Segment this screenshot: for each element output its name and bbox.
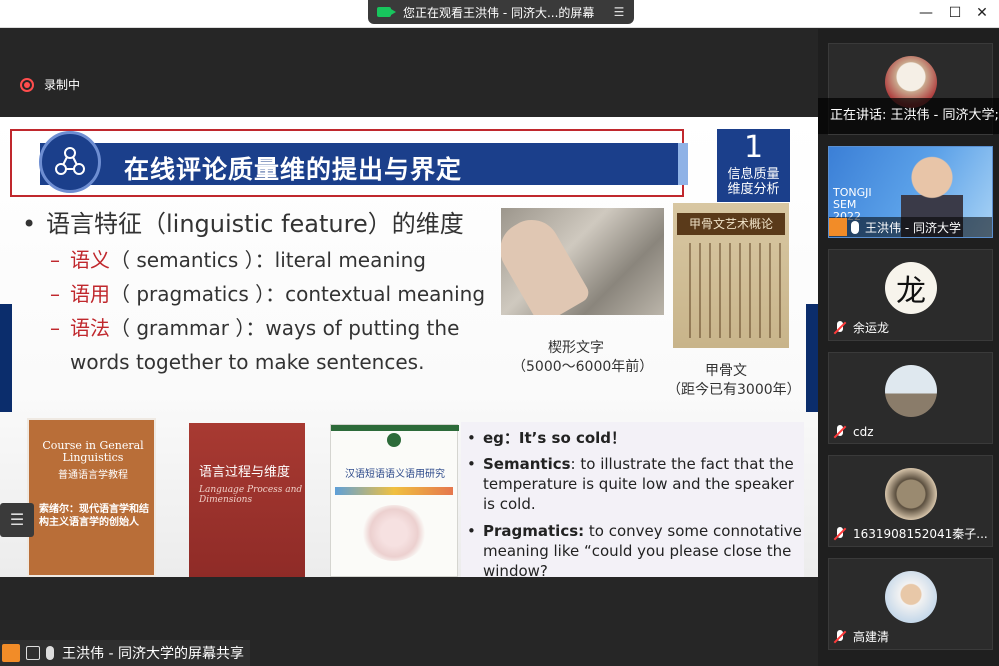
list-icon[interactable]: ☰	[612, 5, 626, 19]
book-cover-saussure: Course in General Linguistics 普通语言学教程 索绪…	[27, 418, 156, 577]
host-name: 王洪伟 - 同济大学	[865, 220, 961, 235]
avatar	[885, 468, 937, 520]
participant-tile-host-video[interactable]: TONGJI SEM 2022 王洪伟 - 同济大学	[828, 146, 993, 238]
maximize-button[interactable]: ☐	[946, 4, 964, 22]
participant-tile[interactable]: cdz	[828, 352, 993, 444]
book-cover-chinese-phrases: 汉语短语语义语用研究	[330, 424, 459, 577]
slide-right-accent	[806, 304, 818, 412]
book3-title: 汉语短语语义语用研究	[345, 469, 445, 480]
badge-line2: 维度分析	[727, 182, 780, 197]
record-icon	[20, 77, 34, 92]
outline-menu-icon[interactable]: ☰	[0, 503, 34, 537]
sub-bullet-grammar: – 语法（ grammar ）：ways of putting the	[50, 316, 460, 340]
presentation-slide: 在线评论质量维的提出与界定 1 信息质量 维度分析 • 语言特征（linguist…	[0, 117, 818, 577]
slide-title: 在线评论质量维的提出与界定	[124, 155, 463, 184]
bullet-main: • 语言特征（linguistic feature）的维度	[22, 210, 464, 238]
mic-muted-icon	[833, 526, 847, 541]
microphone-icon	[46, 646, 54, 660]
bullet-list: • 语言特征（linguistic feature）的维度 – 语义（ semant…	[22, 209, 485, 375]
oracle-banner: 甲骨文艺术概论	[677, 213, 785, 235]
participant-tile[interactable]: 1631908152041秦子...	[828, 455, 993, 547]
publisher-emblem-icon	[387, 433, 401, 447]
cuneiform-years: （5000～6000年前）	[512, 359, 654, 375]
example-heading: • eg：It’s so cold！	[467, 429, 627, 447]
mic-muted-icon	[833, 425, 847, 439]
grammar-continuation: words together to make sentences.	[70, 350, 425, 374]
user-avatar-icon	[2, 644, 20, 662]
section-badge: 1 信息质量 维度分析	[717, 129, 790, 202]
example-semantics: • Semantics: to illustrate the fact that …	[467, 455, 794, 473]
book2-title: 语言过程与维度	[199, 465, 291, 480]
book1-title-en: Course in General Linguistics	[42, 439, 144, 464]
screen-share-label-bar: 王洪伟 - 同济大学的屏幕共享	[0, 640, 250, 666]
network-icon	[39, 131, 101, 193]
cuneiform-photo	[501, 208, 664, 315]
close-button[interactable]: ✕	[973, 4, 991, 22]
video-namebar: 王洪伟 - 同济大学	[829, 217, 992, 237]
recording-indicator[interactable]: 录制中	[20, 76, 80, 93]
oracle-years: （距今已有3000年）	[667, 382, 801, 398]
book1-title-zh: 普通语言学教程	[58, 470, 128, 481]
badge-line1: 信息质量	[727, 167, 780, 182]
book1-author: 索绪尔：现代语言学和结构主义语言学的创始人	[39, 504, 149, 528]
sub-bullet-semantics: – 语义（ semantics ）：literal meaning	[50, 248, 426, 272]
share-banner[interactable]: 您正在观看王洪伟 - 同济大...的屏幕 ☰	[368, 0, 634, 24]
badge-number: 1	[743, 130, 764, 165]
shared-screen-area: 录制中 在线评论质量维的提出与界定 1 信息质量 维度分析 • 语言特征（lin…	[0, 29, 818, 666]
avatar	[885, 571, 937, 623]
book-cover-language-process: 语言过程与维度 Language Process and Dimensions	[189, 423, 305, 577]
avatar	[885, 365, 937, 417]
active-speaker-label: 正在讲话: 王洪伟 - 同济大学;	[818, 98, 999, 134]
screen-share-owner: 王洪伟 - 同济大学的屏幕共享	[62, 646, 244, 662]
participant-tile[interactable]: 龙 余运龙	[828, 249, 993, 341]
share-banner-text: 您正在观看王洪伟 - 同济大...的屏幕	[403, 5, 595, 20]
participant-gallery: 正在讲话: 王洪伟 - 同济大学; TONGJI SEM 2022 王洪伟 - …	[818, 29, 999, 666]
slide-title-frame: 在线评论质量维的提出与界定	[10, 129, 688, 197]
example-pragmatics: • Pragmatics: to convey some connotative	[467, 522, 802, 540]
user-avatar-icon	[829, 218, 847, 236]
camera-icon	[377, 7, 396, 17]
minimize-button[interactable]: —	[917, 4, 935, 22]
microphone-icon	[851, 220, 859, 234]
book2-subtitle: Language Process and Dimensions	[199, 485, 303, 505]
oracle-bone-photo: 甲骨文艺术概论	[673, 203, 789, 348]
meeting-window: 您正在观看王洪伟 - 同济大...的屏幕 ☰ — ☐ ✕ 录制中 在线评论质量维…	[0, 0, 999, 666]
screen-share-icon	[26, 646, 40, 660]
title-bar: 您正在观看王洪伟 - 同济大...的屏幕 ☰ — ☐ ✕	[0, 0, 999, 28]
participant-tile[interactable]: 高建清	[828, 558, 993, 650]
mic-muted-icon	[833, 320, 847, 335]
slide-left-accent	[0, 304, 12, 412]
mic-muted-icon	[833, 629, 847, 644]
avatar: 龙	[885, 262, 937, 314]
oracle-caption: 甲骨文	[705, 363, 747, 379]
cuneiform-caption: 楔形文字	[548, 340, 604, 356]
recording-label: 录制中	[44, 78, 81, 92]
sub-bullet-pragmatics: – 语用（ pragmatics ）：contextual meaning	[50, 282, 486, 306]
example-box: • eg：It’s so cold！ • Semantics: to illustr…	[461, 422, 804, 577]
